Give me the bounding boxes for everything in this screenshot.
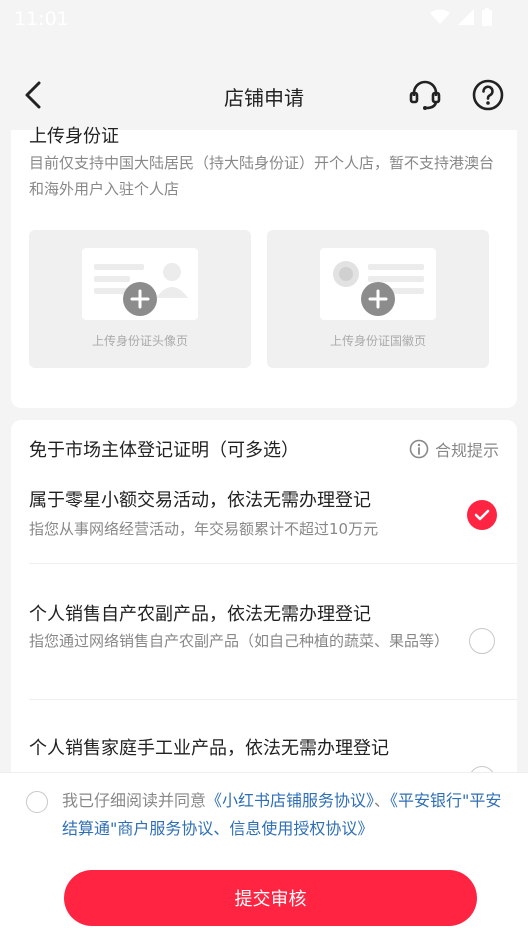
option-title: 属于零星小额交易活动，依法无需办理登记 xyxy=(29,490,371,511)
status-bar: 11:01 xyxy=(0,0,528,38)
customer-service-button[interactable] xyxy=(406,76,444,114)
option-title: 个人销售家庭手工业产品，依法无需办理登记 xyxy=(29,738,389,759)
battery-icon xyxy=(482,8,492,26)
add-back-icon xyxy=(361,282,395,316)
option-checkbox-checked[interactable] xyxy=(467,500,497,530)
signal-icon xyxy=(458,9,474,25)
option-title: 个人销售自产农副产品，依法无需办理登记 xyxy=(29,604,371,625)
id-upload-description: 目前仅支持中国大陆居民（持大陆身份证）开个人店，暂不支持港澳台和海外用户入驻个人… xyxy=(29,154,495,198)
store-service-agreement-link[interactable]: 《小红书店铺服务协议》 xyxy=(206,791,374,810)
info-icon xyxy=(409,439,429,459)
id-upload-card: 上传身份证 目前仅支持中国大陆居民（持大陆身份证）开个人店，暂不支持港澳台和海外… xyxy=(11,126,517,408)
option-desc: 指您通过网络销售自产农副产品（如自己种植的蔬菜、果品等） xyxy=(29,632,450,650)
status-time: 11:01 xyxy=(14,8,69,30)
help-button[interactable] xyxy=(469,76,507,114)
agreement-bar: 我已仔细阅读并同意《小红书店铺服务协议》、《平安银行"平安结算通"商户服务协议、… xyxy=(0,772,528,858)
option-handicraft-products[interactable]: 个人销售家庭手工业产品，依法无需办理登记 xyxy=(11,700,517,780)
submit-review-button[interactable]: 提交审核 xyxy=(64,870,477,926)
agreement-checkbox[interactable] xyxy=(26,791,48,813)
id-upload-header: 上传身份证 目前仅支持中国大陆居民（持大陆身份证）开个人店，暂不支持港澳台和海外… xyxy=(11,126,517,208)
upload-id-front-button[interactable]: 上传身份证头像页 xyxy=(29,230,251,368)
upload-front-label: 上传身份证头像页 xyxy=(91,334,188,348)
question-icon xyxy=(472,79,504,111)
agreement-prefix: 我已仔细阅读并同意 xyxy=(62,791,207,810)
status-icons xyxy=(430,8,492,26)
compliance-tip-button[interactable]: 合规提示 xyxy=(409,437,499,461)
option-agricultural-products[interactable]: 个人销售自产农副产品，依法无需办理登记 指您通过网络销售自产农副产品（如自己种植… xyxy=(11,564,517,700)
option-checkbox[interactable] xyxy=(469,628,495,654)
id-upload-title: 上传身份证 xyxy=(29,126,119,147)
compliance-tip-label: 合规提示 xyxy=(434,441,499,460)
exemption-card: 免于市场主体登记证明（可多选） 合规提示 属于零星小额交易活动，依法无需办理登记… xyxy=(11,420,517,780)
exemption-title: 免于市场主体登记证明（可多选） xyxy=(29,440,299,461)
headset-icon xyxy=(409,80,441,110)
upload-id-back-button[interactable]: 上传身份证国徽页 xyxy=(267,230,489,368)
agreement-text: 我已仔细阅读并同意《小红书店铺服务协议》、《平安银行"平安结算通"商户服务协议、… xyxy=(62,787,512,843)
add-front-icon xyxy=(123,282,157,316)
page-title: 店铺申请 xyxy=(224,86,304,110)
wifi-icon xyxy=(430,9,450,24)
nav-bar: 店铺申请 xyxy=(0,60,528,130)
option-small-transactions[interactable]: 属于零星小额交易活动，依法无需办理登记 指您从事网络经营活动，年交易额累计不超过… xyxy=(11,480,517,564)
check-icon xyxy=(474,509,490,521)
upload-back-label: 上传身份证国徽页 xyxy=(329,334,426,348)
bottom-bar: 提交审核 xyxy=(0,858,528,939)
agreement-separator: 、 xyxy=(374,791,391,810)
option-desc: 指您从事网络经营活动，年交易额累计不超过10万元 xyxy=(29,520,379,538)
